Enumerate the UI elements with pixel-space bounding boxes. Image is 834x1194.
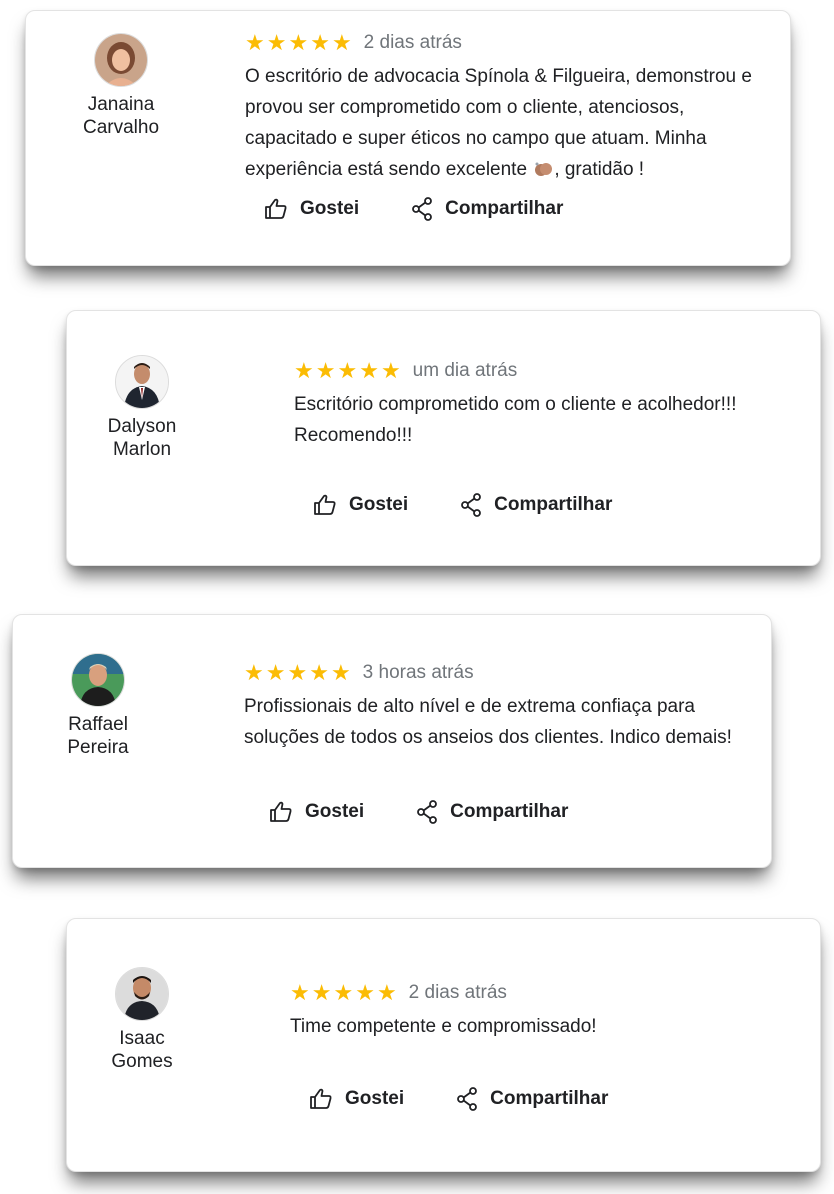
share-button[interactable]: Compartilhar (460, 493, 612, 517)
review-time: 3 horas atrás (362, 662, 474, 683)
share-button[interactable]: Compartilhar (416, 800, 568, 824)
share-button[interactable]: Compartilhar (411, 197, 563, 221)
review-author: Raffael Pereira (28, 653, 168, 759)
reviewer-name: Isaac Gomes (111, 1028, 173, 1072)
star-icon: ★ (359, 358, 379, 383)
review-body: ★ ★ ★ ★ ★ 3 horas atrás Profissionais de… (244, 661, 754, 753)
review-actions: Gostei Compartilhar (309, 1087, 608, 1111)
review-text: O escritório de advocacia Spínola & Filg… (245, 66, 752, 180)
review-card: Janaina Carvalho ★ ★ ★ ★ ★ 2 dias atrás … (25, 10, 791, 266)
review-card: Dalyson Marlon ★ ★ ★ ★ ★ um dia atrás Es… (66, 310, 821, 566)
star-icon: ★ (290, 980, 310, 1005)
star-rating: ★ ★ ★ ★ ★ (294, 360, 401, 382)
review-author: Janaina Carvalho (51, 33, 191, 139)
reviewer-name: Dalyson Marlon (107, 416, 177, 460)
reviewer-name: Janaina Carvalho (82, 94, 160, 138)
like-button[interactable]: Gostei (309, 1088, 404, 1110)
star-icon: ★ (245, 30, 265, 55)
star-rating: ★ ★ ★ ★ ★ (290, 982, 397, 1004)
star-rating: ★ ★ ★ ★ ★ (244, 662, 351, 684)
star-icon: ★ (266, 30, 287, 55)
share-icon (412, 197, 433, 221)
star-icon: ★ (376, 980, 397, 1005)
review-author: Isaac Gomes (72, 967, 212, 1073)
review-text: Profissionais de alto nível e de extrema… (244, 696, 732, 748)
star-icon: ★ (355, 980, 375, 1005)
review-time: 2 dias atrás (363, 32, 462, 53)
avatar[interactable] (115, 355, 169, 409)
review-card: Raffael Pereira ★ ★ ★ ★ ★ 3 horas atrás … (12, 614, 772, 868)
share-icon (417, 800, 438, 824)
review-actions: Gostei Compartilhar (313, 493, 612, 517)
thumbs-up-icon (314, 494, 336, 515)
star-icon: ★ (294, 358, 314, 383)
share-icon (457, 1087, 478, 1111)
star-icon: ★ (244, 660, 264, 685)
like-button[interactable]: Gostei (269, 801, 364, 823)
review-text: Escritório comprometido com o cliente e … (294, 394, 737, 446)
review-body: ★ ★ ★ ★ ★ um dia atrás Escritório compro… (294, 359, 804, 451)
star-icon: ★ (333, 980, 354, 1005)
share-button[interactable]: Compartilhar (456, 1087, 608, 1111)
star-icon: ★ (288, 30, 309, 55)
reviewer-name: Raffael Pereira (67, 714, 129, 758)
review-card: Isaac Gomes ★ ★ ★ ★ ★ 2 dias atrás Time … (66, 918, 821, 1172)
star-icon: ★ (330, 660, 351, 685)
thumbs-up-icon (265, 198, 287, 219)
review-actions: Gostei Compartilhar (269, 800, 568, 824)
star-icon: ★ (337, 358, 358, 383)
avatar[interactable] (71, 653, 125, 707)
star-icon: ★ (287, 660, 308, 685)
star-icon: ★ (331, 30, 352, 55)
review-time: 2 dias atrás (408, 982, 507, 1003)
share-icon (461, 493, 482, 517)
star-rating: ★ ★ ★ ★ ★ (245, 32, 352, 54)
star-icon: ★ (311, 980, 332, 1005)
avatar[interactable] (115, 967, 169, 1021)
review-body: ★ ★ ★ ★ ★ 2 dias atrás O escritório de a… (245, 31, 775, 185)
review-text: Time competente e compromissado! (290, 1016, 597, 1037)
review-time: um dia atrás (412, 360, 518, 381)
avatar[interactable] (94, 33, 148, 87)
star-icon: ★ (315, 358, 336, 383)
thumbs-up-icon (310, 1088, 332, 1109)
review-author: Dalyson Marlon (72, 355, 212, 461)
star-icon: ★ (265, 660, 286, 685)
review-actions: Gostei Compartilhar (264, 197, 563, 221)
thumbs-up-icon (270, 801, 292, 822)
clapping-hands-icon (532, 157, 554, 176)
star-icon: ★ (310, 30, 330, 55)
like-button[interactable]: Gostei (264, 198, 359, 220)
review-body: ★ ★ ★ ★ ★ 2 dias atrás Time competente e… (290, 981, 800, 1042)
star-icon: ★ (309, 660, 329, 685)
like-button[interactable]: Gostei (313, 494, 408, 516)
star-icon: ★ (380, 358, 401, 383)
